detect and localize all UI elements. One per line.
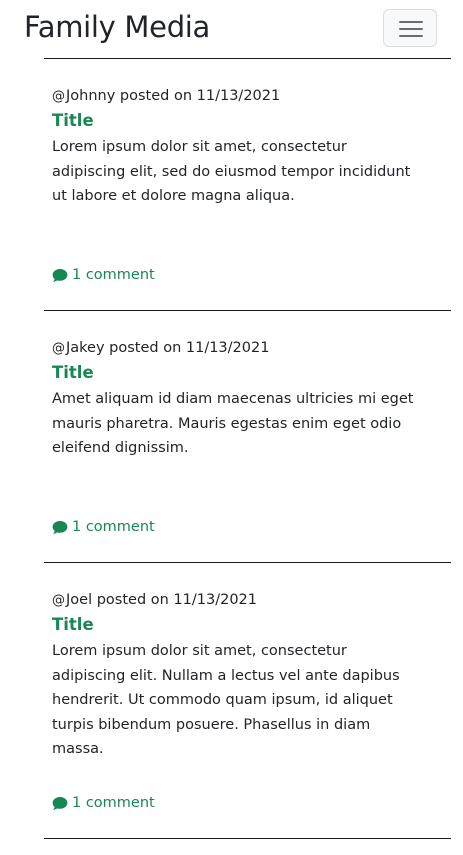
post-meta: @Johnny posted on 11/13/2021 <box>52 86 280 107</box>
chat-bubble-icon <box>52 796 68 810</box>
post-title-link[interactable]: Title <box>52 110 94 132</box>
chat-bubble-icon <box>52 268 68 282</box>
post-body: Lorem ipsum dolor sit amet, consectetur … <box>52 643 400 757</box>
comment-count: 1 comment <box>72 795 155 811</box>
post-card: @Johnny posted on 11/13/2021 Title Lorem… <box>44 59 451 310</box>
comment-count: 1 comment <box>72 519 155 535</box>
comments-link[interactable]: 1 comment <box>52 793 155 813</box>
post-body: Amet aliquam id diam maecenas ultricies … <box>52 391 414 456</box>
comment-count: 1 comment <box>72 267 155 283</box>
at-icon: @ <box>52 89 65 104</box>
chat-bubble-icon <box>52 520 68 534</box>
post-body: Lorem ipsum dolor sit amet, consectetur … <box>52 139 411 204</box>
post-author[interactable]: Jakey <box>66 340 105 356</box>
hamburger-menu-icon <box>399 20 423 38</box>
post-card: @Jakey posted on 11/13/2021 Title Amet a… <box>44 311 451 562</box>
post-feed: @Johnny posted on 11/13/2021 Title Lorem… <box>44 58 451 839</box>
navbar: Family Media <box>0 0 463 56</box>
navbar-brand[interactable]: Family Media <box>24 9 210 45</box>
post-title-link[interactable]: Title <box>52 614 94 636</box>
post-date: posted on 11/13/2021 <box>119 88 281 104</box>
post-author[interactable]: Johnny <box>66 88 115 104</box>
post-meta: @Joel posted on 11/13/2021 <box>52 590 257 611</box>
post-date: posted on 11/13/2021 <box>96 592 258 608</box>
at-icon: @ <box>52 593 65 608</box>
post-card: @Joel posted on 11/13/2021 Title Lorem i… <box>44 563 451 838</box>
at-icon: @ <box>52 341 65 356</box>
navbar-toggler-button[interactable] <box>383 9 437 47</box>
comments-link[interactable]: 1 comment <box>52 517 155 537</box>
post-title-link[interactable]: Title <box>52 362 94 384</box>
post-divider <box>44 838 451 839</box>
comments-link[interactable]: 1 comment <box>52 265 155 285</box>
post-author[interactable]: Joel <box>66 592 92 608</box>
post-date: posted on 11/13/2021 <box>109 340 270 356</box>
post-meta: @Jakey posted on 11/13/2021 <box>52 338 269 359</box>
